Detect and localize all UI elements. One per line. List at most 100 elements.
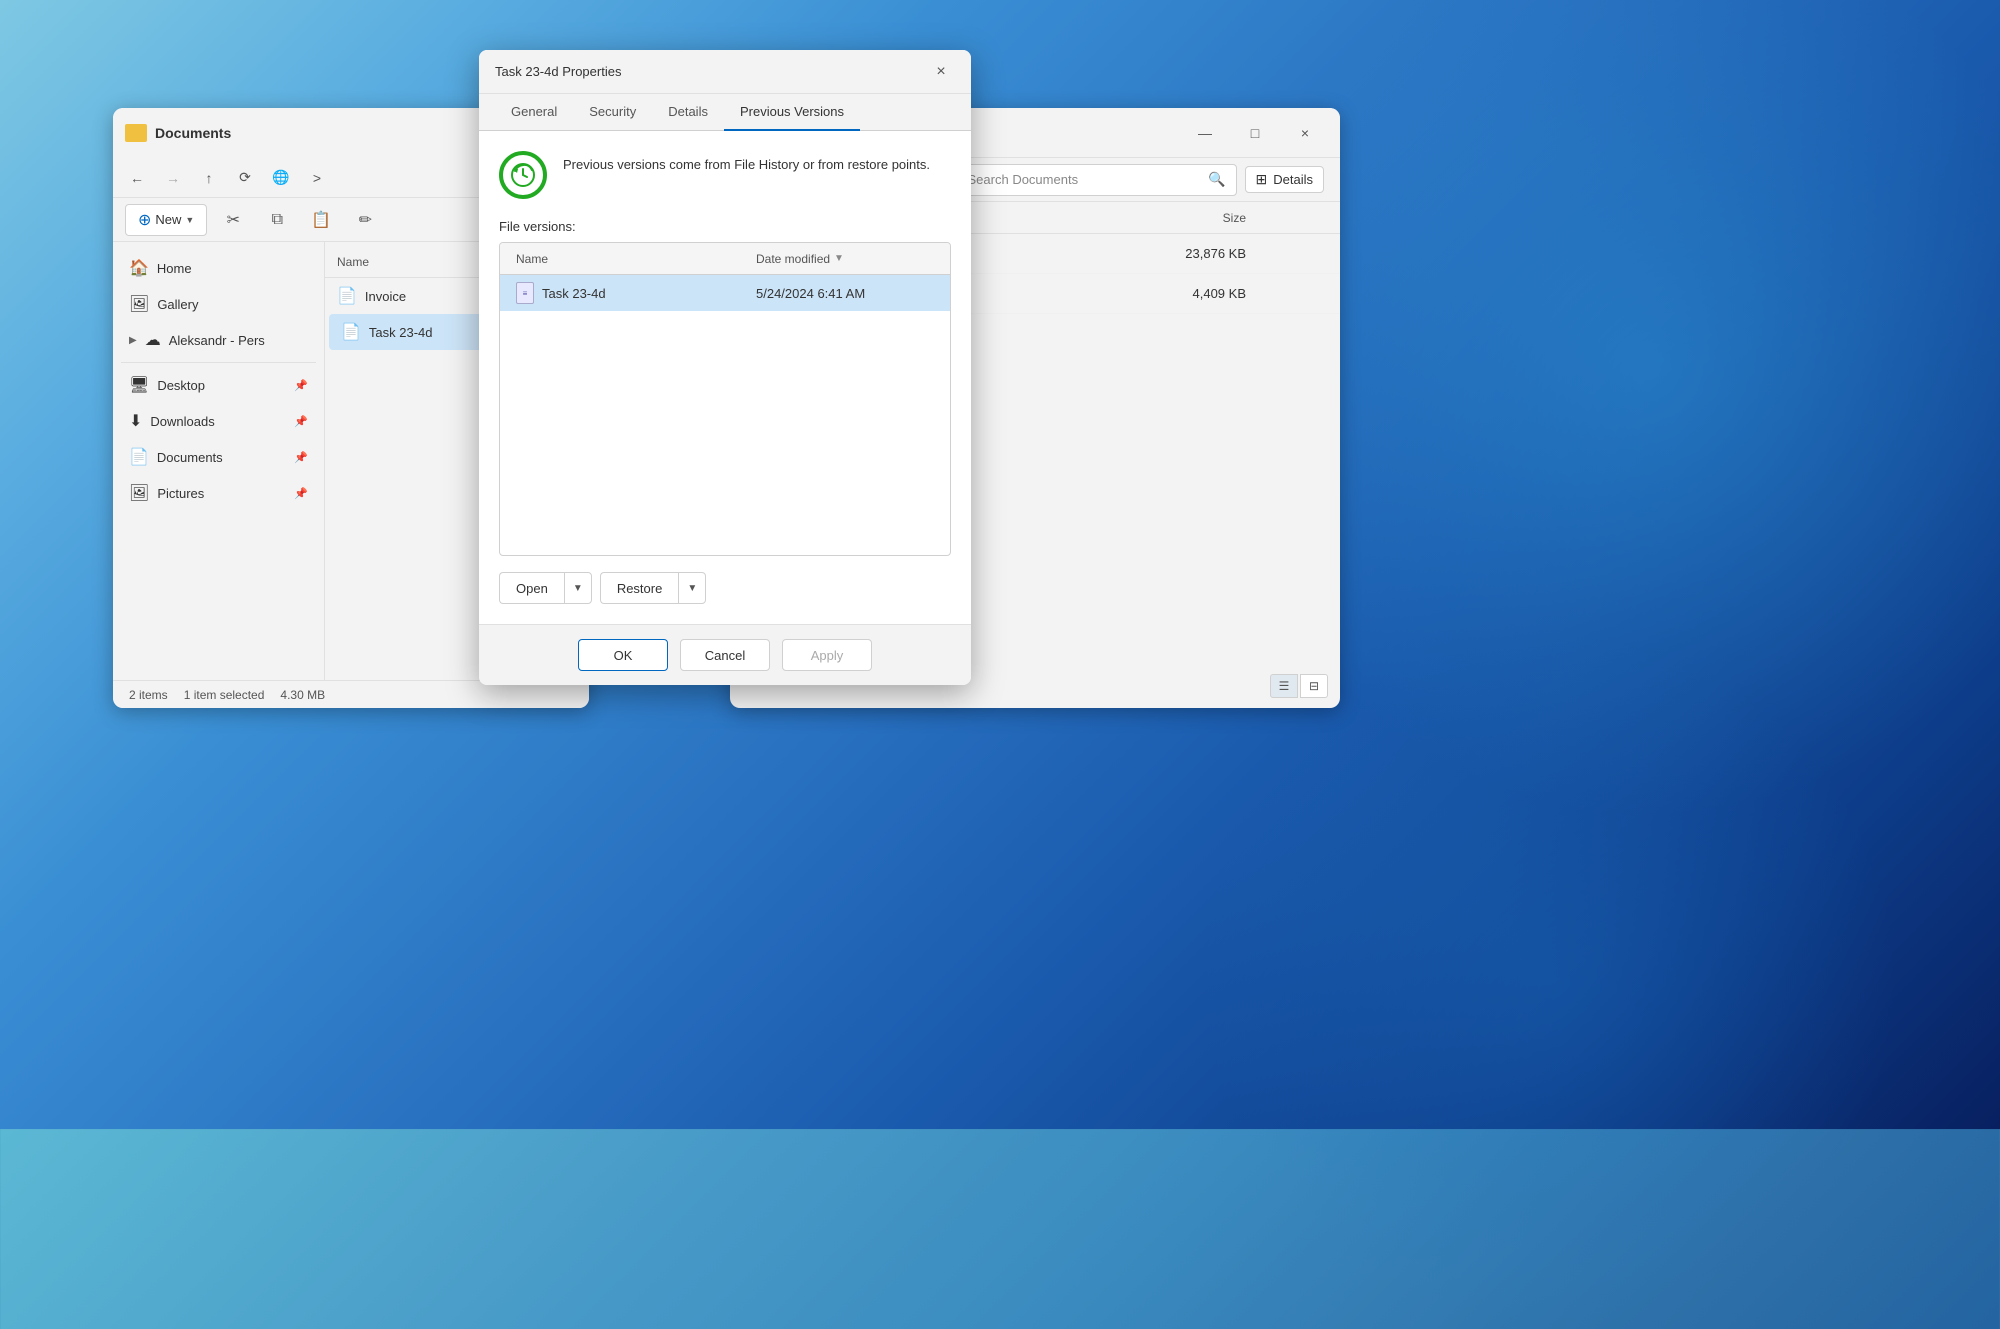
sidebar-item-gallery[interactable]: 🖼 Gallery [117,286,320,322]
versions-table-body: ≡ Task 23-4d 5/24/2024 6:41 AM [500,275,950,555]
file-versions-label: File versions: [499,219,951,234]
properties-dialog: Task 23-4d Properties × General Security… [479,50,971,685]
dialog-info-text: Previous versions come from File History… [563,151,930,175]
sort-icon: ▼ [834,253,844,264]
pictures-icon: 🖼 [129,483,149,503]
open-dropdown-btn[interactable]: ▼ [564,572,592,604]
status-selected: 1 item selected [184,688,265,702]
pictures-label: Pictures [157,486,204,501]
version-name: Task 23-4d [542,286,606,301]
maximize-btn[interactable]: □ [1232,117,1278,149]
restore-split-btn: Restore ▼ [600,572,707,604]
restore-btn[interactable]: Restore [600,572,679,604]
nav-forward-btn[interactable]: → [157,162,189,194]
explorer-left-title: Documents [155,125,231,141]
sidebar-item-onedrive[interactable]: ▶ ☁ Aleksandr - Pers [117,322,320,358]
onedrive-icon: ☁ [145,330,161,350]
dialog-title: Task 23-4d Properties [495,64,621,79]
sidebar-item-home[interactable]: 🏠 Home [117,250,320,286]
versions-table: Name Date modified ▼ ≡ Task 23-4d [499,242,951,556]
search-placeholder: Search Documents [968,172,1079,187]
documents-label: Documents [157,450,223,465]
onedrive-label: Aleksandr - Pers [169,333,265,348]
apply-button[interactable]: Apply [782,639,872,671]
row2-size: 4,409 KB [1096,286,1246,301]
desktop-pin-icon: 📌 [294,379,308,392]
search-box[interactable]: Search Documents 🔍 [957,164,1237,196]
desktop-icon: 🖥 [129,375,149,395]
restore-clock-icon [509,161,537,189]
file-col-name-header: Name [337,255,369,269]
nav-expand-btn[interactable]: > [301,162,333,194]
open-btn[interactable]: Open [499,572,564,604]
new-plus-icon: ⊕ [138,210,151,230]
dialog-titlebar: Task 23-4d Properties × [479,50,971,94]
restore-icon [499,151,547,199]
tab-previous-versions[interactable]: Previous Versions [724,94,860,131]
downloads-icon: ⬇ [129,411,142,431]
details-label: Details [1273,172,1313,187]
new-label: New [155,212,181,227]
home-icon: 🏠 [129,258,149,278]
dialog-content: Previous versions come from File History… [479,131,971,624]
tab-general[interactable]: General [495,94,573,131]
nav-up-btn[interactable]: ↑ [193,162,225,194]
explorer-bg-controls: — □ × [1182,117,1328,149]
minimize-btn[interactable]: — [1182,117,1228,149]
sidebar-item-desktop[interactable]: 🖥 Desktop 📌 [117,367,320,403]
paste-btn[interactable]: 📋 [303,204,339,236]
row1-size: 23,876 KB [1096,246,1246,261]
desktop-label: Desktop [157,378,205,393]
dialog-bottom-buttons: OK Cancel Apply [479,624,971,685]
home-label: Home [157,261,192,276]
copy-btn[interactable]: ⧉ [259,204,295,236]
version-cell-date: 5/24/2024 6:41 AM [740,286,950,301]
documents-pin-icon: 📌 [294,451,308,464]
search-icon: 🔍 [1208,171,1225,188]
tab-details[interactable]: Details [652,94,724,131]
ok-button[interactable]: OK [578,639,668,671]
gallery-icon: 🖼 [129,294,149,314]
nav-refresh-btn[interactable]: ⟳ [229,162,261,194]
version-row-selected[interactable]: ≡ Task 23-4d 5/24/2024 6:41 AM [500,275,950,311]
cancel-button[interactable]: Cancel [680,639,770,671]
versions-table-header: Name Date modified ▼ [500,243,950,275]
task-file-icon: 📄 [341,322,361,342]
col-size-header: Size [1096,211,1246,225]
versions-col-name-header: Name [500,252,740,266]
open-split-btn: Open ▼ [499,572,592,604]
versions-col-date-header: Date modified ▼ [740,252,950,266]
dialog-action-buttons: Open ▼ Restore ▼ [499,572,951,604]
tab-security[interactable]: Security [573,94,652,131]
details-grid-icon: ⊞ [1256,171,1268,188]
close-btn[interactable]: × [1282,117,1328,149]
downloads-label: Downloads [150,414,214,429]
folder-icon-left [125,124,147,142]
details-btn[interactable]: ⊞ Details [1245,166,1324,193]
sidebar-nav: 🏠 Home 🖼 Gallery ▶ ☁ Aleksandr - Pers 🖥 … [113,242,325,680]
version-file-icon: ≡ [516,282,534,304]
cut-btn[interactable]: ✂ [215,204,251,236]
version-cell-name: ≡ Task 23-4d [500,282,740,304]
documents-icon: 📄 [129,447,149,467]
list-view-btn[interactable]: ☰ [1270,674,1298,698]
rename-btn[interactable]: ✏ [347,204,383,236]
new-button[interactable]: ⊕ New ▼ [125,204,207,236]
invoice-label: Invoice [365,289,406,304]
dialog-info-row: Previous versions come from File History… [499,151,951,199]
expand-arrow-icon: ▶ [129,335,137,346]
tile-view-btn[interactable]: ⊟ [1300,674,1328,698]
sidebar-item-pictures[interactable]: 🖼 Pictures 📌 [117,475,320,511]
nav-globe-btn[interactable]: 🌐 [265,162,297,194]
status-items: 2 items [129,688,168,702]
dialog-tabs: General Security Details Previous Versio… [479,94,971,131]
dialog-close-btn[interactable]: × [927,58,955,86]
sidebar-item-documents[interactable]: 📄 Documents 📌 [117,439,320,475]
pictures-pin-icon: 📌 [294,487,308,500]
gallery-label: Gallery [157,297,198,312]
explorer-left-title-area: Documents [125,124,231,142]
nav-back-btn[interactable]: ← [121,162,153,194]
downloads-pin-icon: 📌 [294,415,308,428]
restore-dropdown-btn[interactable]: ▼ [678,572,706,604]
sidebar-item-downloads[interactable]: ⬇ Downloads 📌 [117,403,320,439]
